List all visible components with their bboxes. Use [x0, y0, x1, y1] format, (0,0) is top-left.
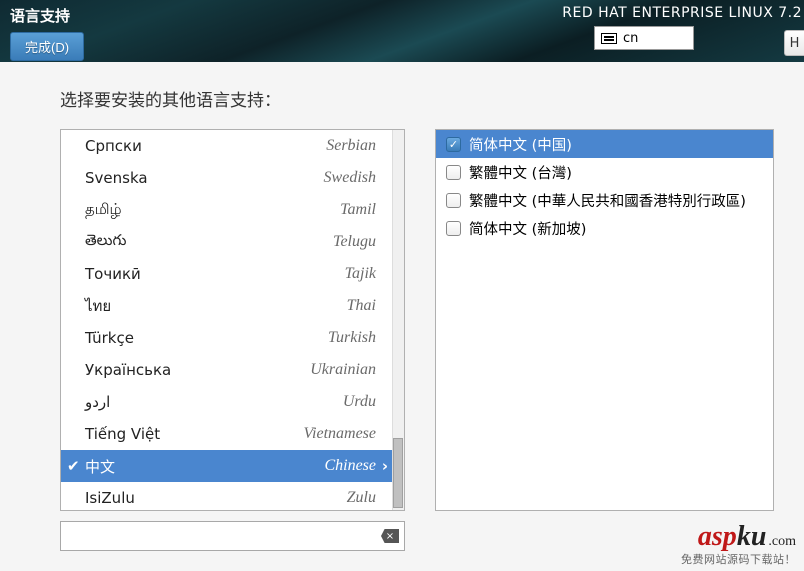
language-row[interactable]: తెలుగు Telugu: [61, 226, 392, 258]
language-row[interactable]: Српски Serbian: [61, 130, 392, 162]
language-english-label: Chinese: [324, 457, 376, 475]
language-native-label: தமிழ்: [85, 200, 122, 220]
variant-checkbox[interactable]: [446, 137, 461, 152]
variant-label: 繁體中文 (台灣): [469, 162, 572, 183]
language-native-label: Українська: [85, 361, 171, 379]
language-english-label: Thai: [347, 297, 376, 315]
language-native-label: Tiếng Việt: [85, 425, 160, 443]
check-icon: ✔: [67, 457, 80, 475]
language-native-label: IsiZulu: [85, 489, 135, 507]
language-native-label: Türkçe: [85, 329, 134, 347]
language-row[interactable]: Точикӣ Tajik: [61, 258, 392, 290]
scrollbar[interactable]: [392, 130, 404, 510]
done-button[interactable]: 完成(D): [10, 32, 84, 61]
language-native-label: 中文: [85, 456, 115, 477]
language-row[interactable]: Українська Ukrainian: [61, 354, 392, 386]
language-native-label: Svenska: [85, 169, 148, 187]
language-english-label: Ukrainian: [310, 361, 376, 379]
language-english-label: Zulu: [347, 489, 376, 507]
language-row[interactable]: IsiZulu Zulu: [61, 482, 392, 510]
language-english-label: Urdu: [343, 393, 376, 411]
keyboard-layout-indicator[interactable]: cn: [594, 26, 694, 50]
scrollbar-thumb[interactable]: [393, 438, 403, 508]
locale-variant-row[interactable]: 简体中文 (新加坡): [436, 214, 773, 242]
locale-variant-row[interactable]: 繁體中文 (中華人民共和國香港特別行政區): [436, 186, 773, 214]
language-english-label: Swedish: [324, 169, 376, 187]
language-row[interactable]: Tiếng Việt Vietnamese: [61, 418, 392, 450]
language-row[interactable]: Türkçe Turkish: [61, 322, 392, 354]
language-row[interactable]: ✔ 中文 Chinese ›: [61, 450, 392, 482]
variant-label: 繁體中文 (中華人民共和國香港特別行政區): [469, 190, 746, 211]
language-english-label: Telugu: [333, 233, 376, 251]
top-bar: 语言支持 完成(D) RED HAT ENTERPRISE LINUX 7.2 …: [0, 0, 804, 62]
language-native-label: Точикӣ: [85, 265, 141, 283]
language-search-input[interactable]: [60, 521, 405, 551]
language-native-label: Српски: [85, 137, 142, 155]
language-english-label: Vietnamese: [303, 425, 376, 443]
locale-variant-list[interactable]: 简体中文 (中国) 繁體中文 (台灣) 繁體中文 (中華人民共和國香港特別行政區) 简…: [435, 129, 774, 511]
language-native-label: اردو: [85, 393, 110, 411]
language-english-label: Tamil: [340, 201, 376, 219]
product-name: RED HAT ENTERPRISE LINUX 7.2: [562, 5, 804, 21]
language-row[interactable]: ไทย Thai: [61, 290, 392, 322]
help-button[interactable]: H: [784, 30, 804, 56]
language-english-label: Turkish: [328, 329, 376, 347]
language-row[interactable]: தமிழ் Tamil: [61, 194, 392, 226]
language-english-label: Serbian: [326, 137, 376, 155]
language-native-label: ไทย: [85, 294, 111, 318]
variant-checkbox[interactable]: [446, 165, 461, 180]
variant-label: 简体中文 (新加坡): [469, 218, 586, 239]
variant-label: 简体中文 (中国): [469, 134, 572, 155]
page-title: 语言支持: [10, 5, 84, 26]
keyboard-icon: [601, 33, 617, 44]
language-row[interactable]: Svenska Swedish: [61, 162, 392, 194]
language-english-label: Tajik: [345, 265, 376, 283]
language-list[interactable]: Српски Serbian Svenska Swedish தமிழ் Tamil తెల…: [60, 129, 405, 511]
clear-search-icon[interactable]: ×: [381, 529, 399, 543]
variant-checkbox[interactable]: [446, 193, 461, 208]
variant-checkbox[interactable]: [446, 221, 461, 236]
section-heading: 选择要安装的其他语言支持：: [60, 86, 774, 111]
keyboard-layout-label: cn: [623, 31, 638, 46]
locale-variant-row[interactable]: 简体中文 (中国): [436, 130, 773, 158]
language-native-label: తెలుగు: [85, 231, 126, 253]
language-row[interactable]: اردو Urdu: [61, 386, 392, 418]
locale-variant-row[interactable]: 繁體中文 (台灣): [436, 158, 773, 186]
chevron-right-icon: ›: [382, 457, 388, 475]
